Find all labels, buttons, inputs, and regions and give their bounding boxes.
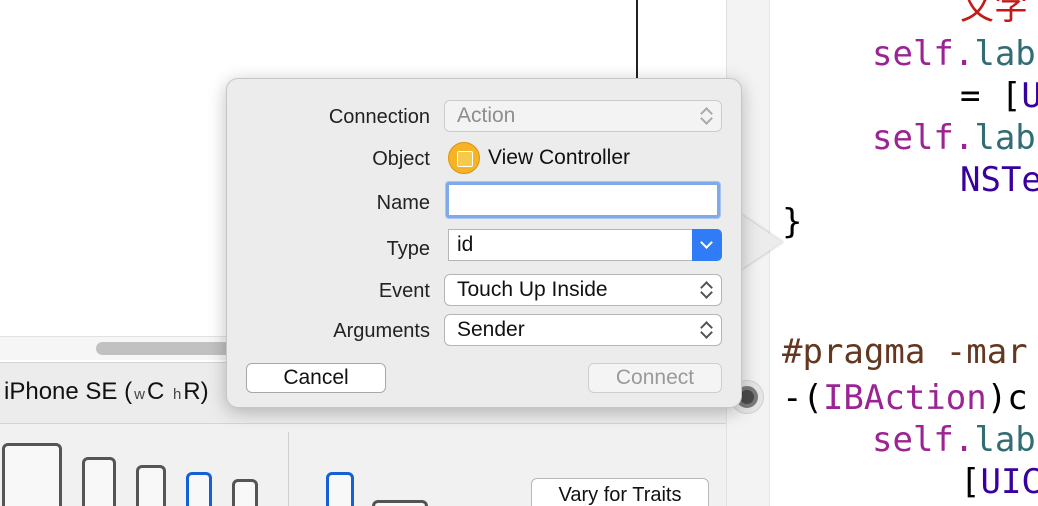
code-token: -( xyxy=(782,378,823,418)
code-token: [ xyxy=(960,462,981,502)
name-label: Name xyxy=(376,192,430,214)
code-line: self.lab xyxy=(872,34,1036,74)
iphone-4s-device-icon[interactable] xyxy=(232,479,258,506)
arguments-popup[interactable]: Sender xyxy=(444,314,722,346)
type-dropdown-button[interactable] xyxy=(692,229,722,261)
connection-label: Connection xyxy=(328,106,430,128)
height-class-prefix: h xyxy=(172,386,182,403)
iphone-se-device-icon[interactable] xyxy=(186,472,212,506)
device-separator xyxy=(288,432,289,506)
code-line: } xyxy=(782,202,803,242)
type-combo-field[interactable]: id xyxy=(448,229,694,261)
device-selector[interactable]: iPhone SE (wC hR) xyxy=(4,378,209,406)
code-line: #pragma -mar xyxy=(782,332,1028,372)
width-class-value: C xyxy=(146,378,165,405)
cancel-button[interactable]: Cancel xyxy=(246,363,386,393)
code-line: self.lab xyxy=(872,118,1036,158)
event-popup[interactable]: Touch Up Inside xyxy=(444,274,722,306)
code-token: UIC xyxy=(980,462,1038,502)
code-line: [UIC xyxy=(960,462,1038,502)
code-line: NSTe xyxy=(960,160,1038,200)
popover-arrow xyxy=(740,214,782,270)
type-label: Type xyxy=(386,238,430,260)
code-token: self. xyxy=(872,118,975,158)
code-line: = [U xyxy=(960,76,1038,116)
height-class-value: R) xyxy=(183,378,209,405)
connection-popup: Action xyxy=(444,100,722,132)
code-token: lab xyxy=(974,34,1036,74)
portrait-orientation-icon[interactable] xyxy=(326,472,354,506)
vary-for-traits-button[interactable]: Vary for Traits xyxy=(531,478,709,506)
iphone-plus-device-icon[interactable] xyxy=(82,457,116,506)
code-token: lab xyxy=(974,420,1036,460)
code-token: self. xyxy=(872,420,975,460)
name-field[interactable] xyxy=(446,182,720,218)
popup-arrows-icon xyxy=(701,107,713,127)
ipad-pro-device-icon[interactable] xyxy=(2,443,62,506)
object-label: Object xyxy=(372,148,430,170)
code-editor[interactable]: 文字 self.lab = [U self.lab NSTe } #pragma… xyxy=(770,0,1038,506)
code-token: self. xyxy=(872,34,975,74)
code-token: = [ xyxy=(960,76,1022,116)
arguments-value: Sender xyxy=(457,318,525,341)
connection-value: Action xyxy=(457,104,516,127)
connect-button[interactable]: Connect xyxy=(588,363,722,393)
landscape-orientation-icon[interactable] xyxy=(372,500,428,506)
code-token: U xyxy=(1021,76,1038,116)
arguments-label: Arguments xyxy=(333,320,430,342)
scrollbar-thumb[interactable] xyxy=(96,342,236,355)
device-name: iPhone SE xyxy=(4,378,118,405)
view-controller-icon xyxy=(448,142,480,174)
popup-arrows-icon xyxy=(701,281,713,301)
code-line: -(IBAction)c xyxy=(782,378,1028,418)
code-line: self.lab xyxy=(872,420,1036,460)
width-class-prefix: w xyxy=(134,386,145,403)
code-token: )c xyxy=(986,378,1028,418)
event-value: Touch Up Inside xyxy=(457,278,608,301)
code-token: lab xyxy=(974,118,1036,158)
iphone-device-icon[interactable] xyxy=(136,465,166,506)
connection-line xyxy=(636,0,638,78)
object-value: View Controller xyxy=(488,146,631,169)
event-label: Event xyxy=(378,280,430,302)
code-token: IBAction xyxy=(822,378,987,418)
popup-arrows-icon xyxy=(701,321,713,341)
size-class-open: ( xyxy=(124,378,133,405)
code-line: 文字 xyxy=(960,0,1028,28)
